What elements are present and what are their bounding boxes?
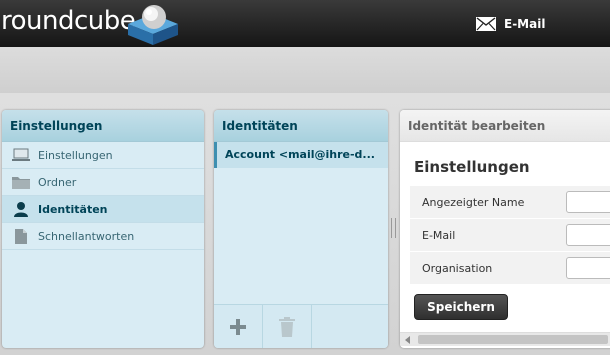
name-field[interactable] <box>566 191 610 213</box>
user-icon <box>12 201 30 217</box>
logo-text: roundcube <box>1 5 136 36</box>
save-button[interactable]: Speichern <box>414 294 508 320</box>
settings-nav-label: Ordner <box>38 175 77 189</box>
settings-panel-title: Einstellungen <box>2 110 204 142</box>
organisation-field[interactable] <box>566 257 610 279</box>
logo-cube-icon <box>128 5 178 45</box>
horizontal-scrollbar[interactable] <box>400 332 610 346</box>
settings-nav-label: Schnellantworten <box>38 229 135 243</box>
envelope-icon <box>476 17 496 31</box>
edit-identity-panel: Identität bearbeiten Einstellungen Angez… <box>400 110 610 348</box>
laptop-icon <box>12 147 30 163</box>
form-row-organisation: Organisation <box>410 252 610 285</box>
form-row-email: E-Mail <box>410 219 610 252</box>
mail-nav-link[interactable]: E-Mail <box>476 14 545 34</box>
identity-row[interactable]: Account <mail@ihre-d... <box>214 142 388 168</box>
settings-nav-list: Einstellungen Ordner Identitäten Schnell… <box>2 142 204 250</box>
settings-nav-label: Einstellungen <box>38 148 113 162</box>
name-label: Angezeigter Name <box>422 195 525 209</box>
organisation-label: Organisation <box>422 261 493 275</box>
plus-icon <box>230 319 246 335</box>
identities-panel: Identitäten Account <mail@ihre-d... <box>214 110 388 348</box>
settings-nav-item-einstellungen[interactable]: Einstellungen <box>2 142 204 169</box>
toolbar-strip <box>0 47 610 93</box>
trash-icon <box>279 317 295 337</box>
panel-splitter[interactable] <box>391 218 396 238</box>
edit-form: Einstellungen Angezeigter Name E-Mail Or… <box>400 142 610 320</box>
email-field[interactable] <box>566 224 610 246</box>
folder-icon <box>12 174 30 190</box>
settings-nav-item-ordner[interactable]: Ordner <box>2 169 204 196</box>
scrollbar-thumb[interactable] <box>418 335 608 344</box>
identities-footer <box>214 304 388 348</box>
edit-panel-title: Identität bearbeiten <box>400 110 610 142</box>
form-row-name: Angezeigter Name <box>410 186 610 219</box>
document-icon <box>12 228 30 244</box>
add-identity-button[interactable] <box>214 305 263 348</box>
settings-nav-item-schnellantworten[interactable]: Schnellantworten <box>2 223 204 250</box>
settings-nav-item-identitaeten[interactable]: Identitäten <box>2 196 204 223</box>
scroll-left-icon[interactable] <box>405 336 410 344</box>
form-section-title: Einstellungen <box>414 158 530 176</box>
roundcube-logo[interactable]: roundcube <box>0 0 136 47</box>
email-label: E-Mail <box>422 228 456 242</box>
delete-identity-button[interactable] <box>263 305 312 348</box>
identities-panel-title: Identitäten <box>214 110 388 142</box>
settings-panel: Einstellungen Einstellungen Ordner Ident… <box>2 110 204 348</box>
mail-nav-label: E-Mail <box>504 17 546 31</box>
settings-nav-label: Identitäten <box>38 202 108 216</box>
top-header: roundcube E-Mail <box>0 0 610 47</box>
